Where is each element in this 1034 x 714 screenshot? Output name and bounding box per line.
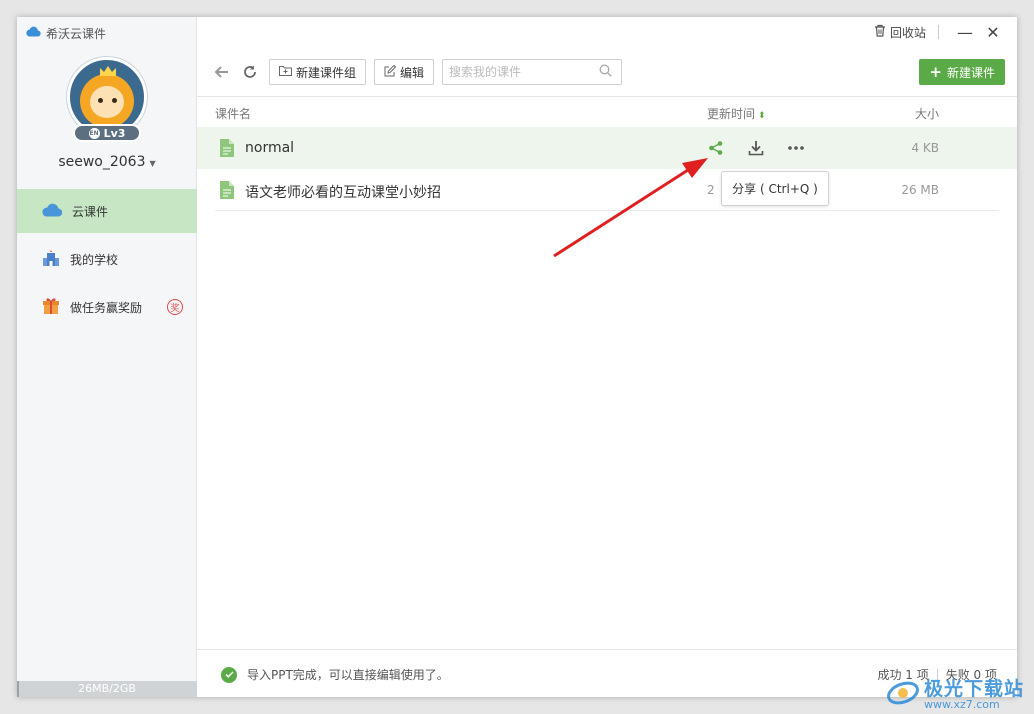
file-name: 语文老师必看的互动课堂小妙招 bbox=[245, 185, 441, 201]
level-badge: EN Lv3 bbox=[73, 124, 141, 142]
sidebar-item-label: 云课件 bbox=[72, 204, 109, 219]
edit-icon bbox=[384, 64, 397, 80]
sidebar-nav: 云课件 我的学校 做任务赢奖励 奖 bbox=[17, 189, 197, 333]
folder-plus-icon bbox=[279, 65, 292, 79]
gift-icon bbox=[41, 296, 61, 319]
cloud-logo-icon bbox=[25, 26, 41, 40]
caret-down-icon: ▼ bbox=[149, 159, 156, 168]
column-header-name: 课件名 bbox=[215, 107, 252, 121]
username-dropdown[interactable]: seewo_2063 ▼ bbox=[17, 154, 197, 170]
username-text: seewo_2063 bbox=[58, 154, 146, 170]
title-bar: 回收站 — ✕ bbox=[874, 17, 1017, 47]
share-tooltip: 分享 ( Ctrl+Q ) bbox=[721, 171, 829, 206]
row-actions bbox=[705, 137, 807, 159]
level-text: Lv3 bbox=[103, 126, 126, 140]
sort-icon: ⬍ bbox=[758, 111, 766, 121]
file-size: 26 MB bbox=[901, 183, 939, 197]
status-message: 导入PPT完成，可以直接编辑使用了。 bbox=[221, 666, 449, 683]
new-courseware-button[interactable]: + 新建课件 bbox=[919, 59, 1005, 85]
sidebar-item-my-school[interactable]: 我的学校 bbox=[17, 237, 197, 281]
minimize-button[interactable]: — bbox=[951, 18, 979, 46]
level-icon: EN bbox=[88, 127, 100, 139]
watermark-url: www.xz7.com bbox=[923, 697, 1000, 711]
table-row[interactable]: normal 4 KB bbox=[197, 127, 1017, 169]
reward-badge: 奖 bbox=[167, 299, 183, 315]
divider bbox=[938, 25, 939, 39]
column-header-size: 大小 bbox=[914, 107, 939, 121]
status-text: 导入PPT完成，可以直接编辑使用了。 bbox=[247, 668, 449, 682]
search-icon[interactable] bbox=[599, 64, 612, 80]
storage-label: 26MB/2GB bbox=[78, 682, 136, 695]
table-header: 课件名 更新时间 ⬍ 大小 bbox=[197, 105, 1017, 121]
sidebar-item-cloud-courseware[interactable]: 云课件 bbox=[17, 189, 197, 233]
plus-icon: + bbox=[929, 63, 942, 81]
watermark-title: 极光下载站 bbox=[923, 677, 1024, 700]
school-icon bbox=[41, 248, 61, 271]
edit-button[interactable]: 编辑 bbox=[374, 59, 435, 85]
new-group-button[interactable]: 新建课件组 bbox=[269, 59, 367, 85]
file-icon bbox=[220, 139, 234, 157]
watermark-logo-icon bbox=[886, 678, 920, 711]
sidebar-item-tasks-rewards[interactable]: 做任务赢奖励 奖 bbox=[17, 285, 197, 329]
sidebar-item-label: 做任务赢奖励 bbox=[70, 300, 143, 315]
file-time: 2 bbox=[707, 183, 715, 197]
storage-fill bbox=[17, 681, 20, 697]
refresh-icon[interactable] bbox=[241, 63, 259, 81]
edit-label: 编辑 bbox=[400, 65, 425, 80]
cloud-icon bbox=[41, 203, 63, 220]
main-panel: 回收站 — ✕ 新建课件组 编辑 搜索我的课件 + 新建课件 课件名 更新时间 … bbox=[197, 17, 1017, 697]
new-group-label: 新建课件组 bbox=[296, 65, 357, 80]
watermark: 极光下载站 www.xz7.com bbox=[886, 678, 1024, 711]
download-icon[interactable] bbox=[745, 137, 767, 159]
check-icon bbox=[221, 666, 237, 683]
sidebar-item-label: 我的学校 bbox=[70, 252, 119, 267]
recycle-bin-label: 回收站 bbox=[889, 25, 926, 40]
sidebar: 希沃云课件 EN Lv3 seewo_2063 ▼ 云课件 我的学校 做任务赢奖… bbox=[17, 17, 197, 697]
app-title-text: 希沃云课件 bbox=[46, 26, 107, 41]
crown-icon bbox=[100, 66, 116, 76]
close-button[interactable]: ✕ bbox=[979, 18, 1007, 46]
divider bbox=[197, 96, 1017, 97]
back-arrow-icon[interactable] bbox=[213, 63, 231, 81]
storage-usage-bar: 26MB/2GB bbox=[17, 681, 197, 697]
app-window: 希沃云课件 EN Lv3 seewo_2063 ▼ 云课件 我的学校 做任务赢奖… bbox=[17, 17, 1017, 697]
trash-icon bbox=[874, 24, 886, 40]
column-header-time[interactable]: 更新时间 ⬍ bbox=[707, 105, 766, 122]
more-icon[interactable] bbox=[785, 137, 807, 159]
file-name: normal bbox=[245, 140, 295, 156]
file-size: 4 KB bbox=[911, 141, 939, 155]
new-courseware-label: 新建课件 bbox=[946, 65, 995, 80]
toolbar: 新建课件组 编辑 + 新建课件 bbox=[213, 59, 1005, 85]
file-icon bbox=[220, 181, 234, 199]
recycle-bin-button[interactable]: 回收站 bbox=[874, 24, 926, 41]
table-row[interactable]: 语文老师必看的互动课堂小妙招 2 26 MB bbox=[197, 169, 1017, 211]
share-icon[interactable] bbox=[705, 137, 727, 159]
search-box bbox=[442, 59, 623, 85]
search-input[interactable] bbox=[449, 65, 600, 79]
app-title: 希沃云课件 bbox=[25, 25, 106, 41]
